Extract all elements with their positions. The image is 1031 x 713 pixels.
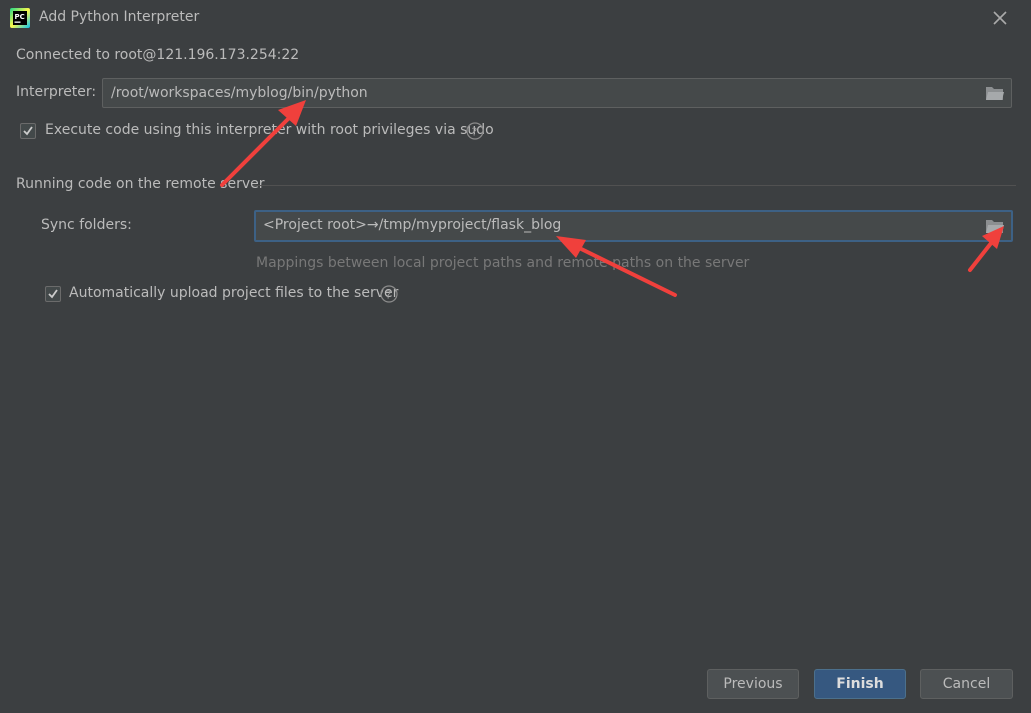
sync-folders-label: Sync folders: <box>41 217 132 233</box>
svg-text:?: ? <box>386 288 392 301</box>
connection-status: Connected to root@121.196.173.254:22 <box>16 47 300 63</box>
sync-folders-field[interactable]: <Project root>→/tmp/myproject/flask_blog <box>254 210 1013 242</box>
auto-upload-label: Automatically upload project files to th… <box>69 285 399 301</box>
auto-upload-checkbox[interactable] <box>45 286 61 302</box>
checkmark-icon <box>23 126 33 136</box>
sudo-label: Execute code using this interpreter with… <box>45 122 494 138</box>
section-divider <box>253 185 1016 186</box>
interpreter-label: Interpreter: <box>16 84 97 100</box>
dialog-title: Add Python Interpreter <box>39 9 200 25</box>
sudo-checkbox[interactable] <box>20 123 36 139</box>
annotation-arrow-interpreter <box>220 100 306 187</box>
help-icon[interactable]: ? <box>466 122 484 140</box>
cancel-button[interactable]: Cancel <box>920 669 1013 699</box>
title-bar: PC Add Python Interpreter <box>0 0 1031 36</box>
folder-icon[interactable] <box>985 84 1005 102</box>
remote-section-title: Running code on the remote server <box>16 176 265 192</box>
add-python-interpreter-dialog: PC Add Python Interpreter Connected to r… <box>0 0 1031 713</box>
interpreter-path-field[interactable]: /root/workspaces/myblog/bin/python <box>102 78 1012 108</box>
help-icon[interactable]: ? <box>380 285 398 303</box>
checkmark-icon <box>48 289 58 299</box>
pycharm-icon: PC <box>10 8 30 28</box>
svg-text:?: ? <box>472 125 478 138</box>
svg-text:PC: PC <box>15 13 25 21</box>
close-icon[interactable] <box>988 6 1012 30</box>
sync-folders-hint: Mappings between local project paths and… <box>256 255 750 271</box>
finish-button[interactable]: Finish <box>814 669 906 699</box>
folder-icon[interactable] <box>985 217 1005 235</box>
previous-button[interactable]: Previous <box>707 669 799 699</box>
